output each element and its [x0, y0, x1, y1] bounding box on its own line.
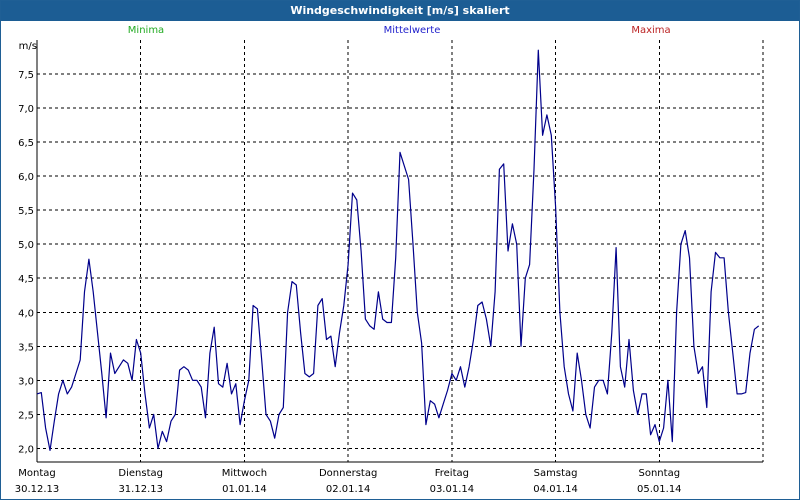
y-tick-label: 4,0	[18, 308, 34, 319]
y-tick-label: 7,0	[18, 104, 34, 115]
line-chart: 2,0 2,5 3,0 3,5 4,0 4,5 5,0 5,5 6,0 6,5 7,0 7,5 m/s M…	[15, 40, 764, 495]
x-tick-weekday: Mittwoch	[222, 468, 267, 479]
x-tick-weekday: Montag	[18, 468, 55, 479]
y-tick-label: 5,0	[18, 240, 34, 251]
x-tick-weekday: Sonntag	[639, 468, 681, 479]
x-tick-date: 03.01.14	[430, 484, 475, 495]
x-tick-weekday: Donnerstag	[319, 468, 377, 479]
x-tick-date: 31.12.13	[118, 484, 163, 495]
x-tick-weekday: Dienstag	[118, 468, 163, 479]
y-axis-label: m/s	[19, 41, 37, 52]
y-tick-label: 5,5	[18, 206, 34, 217]
series-layer	[36, 49, 760, 451]
y-tick-label: 7,5	[18, 70, 34, 81]
x-tick-date: 30.12.13	[15, 484, 60, 495]
x-tick-weekday: Freitag	[435, 468, 469, 479]
y-tick-label: 6,0	[18, 172, 34, 183]
y-tick-label: 4,5	[18, 274, 34, 285]
y-tick-label: 2,5	[18, 410, 34, 421]
x-tick-date: 01.01.14	[222, 484, 267, 495]
x-tick-date: 04.01.14	[533, 484, 578, 495]
x-tick-date: 02.01.14	[326, 484, 371, 495]
series-line-mittelwerte	[36, 49, 760, 451]
y-tick-label: 2,0	[18, 444, 34, 455]
x-tick-date: 05.01.14	[637, 484, 682, 495]
x-tick-weekday: Samstag	[534, 468, 578, 479]
y-tick-label: 3,5	[18, 342, 34, 353]
y-tick-label: 6,5	[18, 138, 34, 149]
y-tick-label: 3,0	[18, 376, 34, 387]
